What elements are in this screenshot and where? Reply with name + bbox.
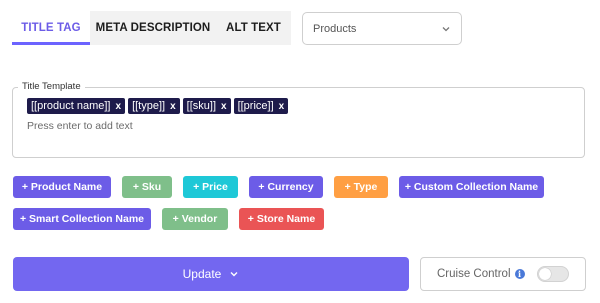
token-label: [[product name]] (31, 100, 111, 112)
token-label: [[type]] (132, 100, 166, 112)
resource-type-select[interactable]: Products (302, 12, 462, 45)
add-custom-collection-name-button[interactable]: + Custom Collection Name (399, 176, 544, 198)
template-token: [[product name]] x (27, 98, 126, 114)
title-template-legend: Title Template (18, 81, 85, 92)
chevron-down-icon (442, 26, 450, 31)
tab-alt-text[interactable]: ALT TEXT (216, 11, 291, 45)
token-label: [[price]] (237, 100, 274, 112)
update-button[interactable]: Update (13, 257, 409, 291)
add-sku-button[interactable]: + Sku (122, 176, 172, 198)
add-vendor-button[interactable]: + Vendor (162, 208, 228, 230)
update-button-label: Update (182, 267, 222, 281)
add-product-name-button[interactable]: + Product Name (13, 176, 111, 198)
tab-meta-description[interactable]: META DESCRIPTION (90, 11, 216, 45)
chevron-down-icon (230, 272, 238, 277)
remove-token-icon[interactable]: x (279, 101, 285, 112)
template-token: [[type]] x (128, 98, 180, 114)
template-token: [[price]] x (233, 98, 289, 114)
cruise-control-label: Cruise Control (437, 268, 511, 280)
tab-title-tag[interactable]: TITLE TAG (12, 11, 90, 45)
remove-token-icon[interactable]: x (116, 101, 122, 112)
toggle-knob (538, 268, 551, 280)
remove-token-icon[interactable]: x (170, 101, 176, 112)
add-smart-collection-name-button[interactable]: + Smart Collection Name (13, 208, 151, 230)
add-price-button[interactable]: + Price (183, 176, 238, 198)
template-tokens: [[product name]] x [[type]] x [[sku]] x … (27, 98, 289, 114)
select-value: Products (313, 22, 357, 35)
cruise-control: Cruise Control i (420, 257, 586, 291)
add-currency-button[interactable]: + Currency (249, 176, 323, 198)
cruise-control-toggle[interactable] (536, 266, 569, 282)
add-type-button[interactable]: + Type (334, 176, 388, 198)
add-store-name-button[interactable]: + Store Name (239, 208, 324, 230)
remove-token-icon[interactable]: x (221, 101, 227, 112)
tab-bar: TITLE TAG META DESCRIPTION ALT TEXT (12, 11, 291, 45)
template-text-input[interactable] (27, 120, 567, 132)
template-token: [[sku]] x (182, 98, 231, 114)
info-icon[interactable]: i (514, 269, 525, 279)
token-label: [[sku]] (186, 100, 216, 112)
